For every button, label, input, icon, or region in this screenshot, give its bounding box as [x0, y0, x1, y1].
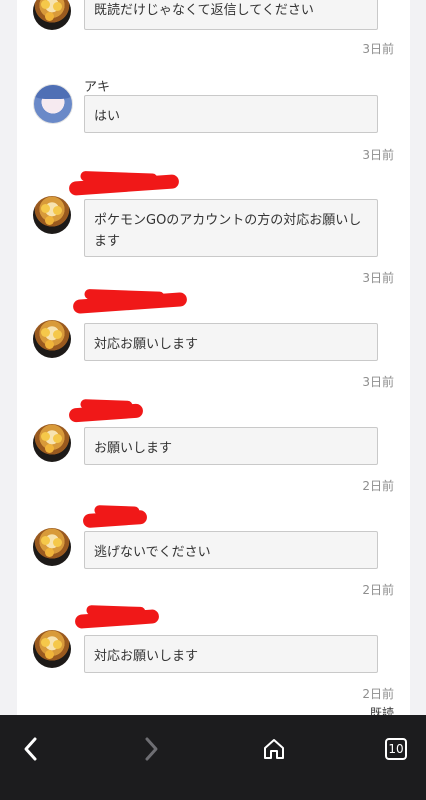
- message-timestamp: 3日前: [362, 375, 394, 389]
- redacted-sender-name: [74, 609, 160, 629]
- home-button[interactable]: [254, 729, 294, 769]
- message-bubble: はい: [84, 95, 378, 133]
- message-timestamp: 2日前: [362, 479, 394, 493]
- tab-count-badge: 10: [385, 738, 407, 760]
- forward-button[interactable]: [131, 729, 171, 769]
- message-bubble: 逃げないでください: [84, 531, 378, 569]
- message-bubble: 既読だけじゃなくて返信してください: [84, 0, 378, 30]
- chat-thread[interactable]: 既読だけじゃなくて返信してください 3日前 アキ はい 3日前 ポケモンGOのア…: [17, 0, 410, 715]
- ramen-avatar[interactable]: [33, 0, 71, 30]
- ramen-avatar[interactable]: [33, 320, 71, 358]
- message-bubble: 対応お願いします: [84, 635, 378, 673]
- ramen-avatar[interactable]: [33, 630, 71, 668]
- message-bubble: ポケモンGOのアカウントの方の対応お願いします: [84, 199, 378, 257]
- home-icon: [264, 739, 284, 759]
- browser-toolbar: 10: [0, 715, 426, 800]
- chevron-right-icon: [145, 737, 158, 761]
- message-timestamp: 3日前: [362, 148, 394, 162]
- ramen-avatar[interactable]: [33, 196, 71, 234]
- sender-name: アキ: [84, 80, 111, 95]
- ramen-avatar[interactable]: [33, 424, 71, 462]
- back-button[interactable]: [11, 729, 51, 769]
- ramen-avatar[interactable]: [33, 528, 71, 566]
- read-receipt: 既読: [369, 706, 394, 715]
- message-timestamp: 2日前: [362, 583, 394, 597]
- redacted-sender-name: [82, 509, 148, 529]
- message-timestamp: 3日前: [362, 42, 394, 56]
- message-timestamp: 2日前: [362, 687, 394, 701]
- redacted-sender-name: [68, 174, 180, 196]
- redacted-sender-name: [72, 292, 188, 314]
- chevron-left-icon: [24, 737, 37, 761]
- message-timestamp: 3日前: [362, 271, 394, 285]
- redacted-sender-name: [68, 403, 144, 423]
- message-bubble: お願いします: [84, 427, 378, 465]
- anime-avatar[interactable]: [33, 84, 73, 124]
- message-bubble: 対応お願いします: [84, 323, 378, 361]
- tabs-button[interactable]: 10: [376, 729, 416, 769]
